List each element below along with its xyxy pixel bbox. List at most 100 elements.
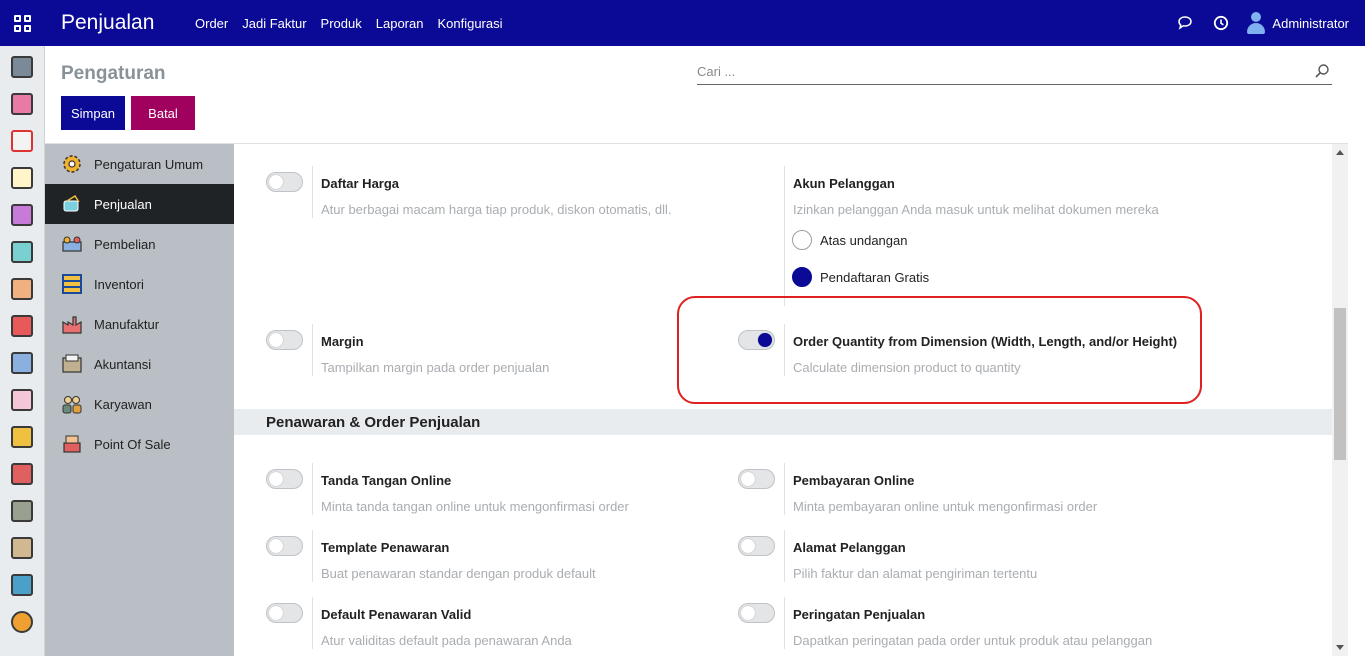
settings-content: Daftar Harga Atur berbagai macam harga t… — [234, 144, 1332, 656]
setting-description: Buat penawaran standar dengan produk def… — [321, 566, 596, 581]
sidebar-item-inventori[interactable]: Inventori — [45, 264, 234, 304]
sidebar-item-karyawan[interactable]: Karyawan — [45, 384, 234, 424]
content-scrollbar[interactable] — [1332, 144, 1348, 656]
setting-title: Tanda Tangan Online — [321, 473, 452, 488]
app-rail — [0, 46, 45, 656]
radio-label: Pendaftaran Gratis — [820, 269, 930, 285]
sidebar-item-label: Point Of Sale — [94, 436, 171, 452]
setting-akun-pelanggan: Akun Pelanggan Izinkan pelanggan Anda ma… — [738, 150, 1208, 306]
radio-button[interactable] — [792, 230, 812, 250]
setting-daftar-harga: Daftar Harga Atur berbagai macam harga t… — [266, 150, 736, 218]
sidebar-item-manufaktur[interactable]: Manufaktur — [45, 304, 234, 344]
toggle-default-penawaran-valid[interactable] — [266, 603, 303, 623]
setting-title: Daftar Harga — [321, 176, 400, 191]
setting-tanda-tangan-online: Tanda Tangan Online Minta tanda tangan o… — [266, 447, 736, 515]
top-navbar: Penjualan Order Jadi Faktur Produk Lapor… — [0, 0, 1365, 46]
setting-title: Pembayaran Online — [793, 473, 915, 488]
inventory-icon — [60, 272, 84, 296]
setting-pembayaran-online: Pembayaran Online Minta pembayaran onlin… — [738, 447, 1208, 515]
app-rail-icon-6[interactable] — [11, 241, 33, 263]
sidebar-item-label: Manufaktur — [94, 316, 160, 332]
setting-description: Izinkan pelanggan Anda masuk untuk melih… — [793, 202, 1159, 217]
sales-icon — [60, 192, 84, 216]
window-edge — [1348, 46, 1365, 656]
menu-item-laporan[interactable]: Laporan — [376, 16, 424, 31]
radio-pendaftaran-gratis[interactable]: Pendaftaran Gratis — [792, 267, 929, 287]
setting-description: Minta pembayaran online untuk mengonfirm… — [793, 499, 1098, 514]
app-rail-icon-9[interactable] — [11, 352, 33, 374]
scroll-thumb[interactable] — [1334, 308, 1346, 460]
setting-title: Margin — [321, 334, 364, 349]
app-rail-icon-16[interactable] — [11, 611, 33, 633]
app-rail-icon-8[interactable] — [11, 315, 33, 337]
app-rail-icon-3[interactable] — [11, 130, 33, 152]
app-rail-icon-15[interactable] — [11, 574, 33, 596]
app-rail-icon-5[interactable] — [11, 204, 33, 226]
app-rail-icon-11[interactable] — [11, 426, 33, 448]
app-rail-icon-2[interactable] — [11, 93, 33, 115]
toggle-peringatan-penjualan[interactable] — [738, 603, 775, 623]
section-title: Penawaran & Order Penjualan — [234, 409, 1332, 435]
search-icon[interactable] — [1314, 63, 1330, 79]
sidebar-item-label: Pengaturan Umum — [94, 156, 204, 172]
chat-icon[interactable] — [1176, 14, 1194, 32]
sidebar-item-pengaturan-umum[interactable]: Pengaturan Umum — [45, 144, 234, 184]
search-box — [697, 59, 1332, 85]
sidebar-item-pembelian[interactable]: Pembelian — [45, 224, 234, 264]
factory-icon — [60, 312, 84, 336]
app-rail-icon-12[interactable] — [11, 463, 33, 485]
apps-menu-icon[interactable] — [0, 0, 45, 46]
app-rail-icon-7[interactable] — [11, 278, 33, 300]
accounting-icon — [60, 352, 84, 376]
sidebar-item-point-of-sale[interactable]: Point Of Sale — [45, 424, 234, 464]
toggle-alamat-pelanggan[interactable] — [738, 536, 775, 556]
pos-icon — [60, 432, 84, 456]
toggle-daftar-harga[interactable] — [266, 172, 303, 192]
user-avatar-icon[interactable] — [1246, 12, 1266, 34]
user-name[interactable]: Administrator — [1272, 16, 1349, 31]
app-rail-icon-10[interactable] — [11, 389, 33, 411]
employees-icon — [60, 392, 84, 416]
save-button[interactable]: Simpan — [61, 96, 125, 130]
setting-description: Tampilkan margin pada order penjualan — [321, 360, 550, 375]
app-rail-icon-13[interactable] — [11, 500, 33, 522]
setting-description: Pilih faktur dan alamat pengiriman terte… — [793, 566, 1038, 581]
app-rail-icon-1[interactable] — [11, 56, 33, 78]
setting-title: Default Penawaran Valid — [321, 607, 472, 622]
sidebar-item-label: Penjualan — [94, 196, 152, 212]
sidebar-item-label: Karyawan — [94, 396, 152, 412]
clock-icon[interactable] — [1212, 14, 1230, 32]
scroll-down-icon[interactable] — [1336, 645, 1344, 650]
menu-item-order[interactable]: Order — [195, 16, 228, 31]
setting-description: Minta tanda tangan online untuk mengonfi… — [321, 499, 629, 514]
setting-margin: Margin Tampilkan margin pada order penju… — [266, 308, 736, 376]
radio-button[interactable] — [792, 267, 812, 287]
menu-item-jadi-faktur[interactable]: Jadi Faktur — [242, 16, 306, 31]
setting-template-penawaran: Template Penawaran Buat penawaran standa… — [266, 514, 736, 582]
setting-description: Atur validitas default pada penawaran An… — [321, 633, 572, 648]
sidebar-item-penjualan[interactable]: Penjualan — [45, 184, 234, 224]
setting-title: Peringatan Penjualan — [793, 607, 926, 622]
setting-description: Dapatkan peringatan pada order untuk pro… — [793, 633, 1153, 648]
app-rail-icon-4[interactable] — [11, 167, 33, 189]
scroll-up-icon[interactable] — [1336, 150, 1344, 155]
toggle-template-penawaran[interactable] — [266, 536, 303, 556]
toggle-tanda-tangan-online[interactable] — [266, 469, 303, 489]
radio-atas-undangan[interactable]: Atas undangan — [792, 230, 907, 250]
toggle-pembayaran-online[interactable] — [738, 469, 775, 489]
menu-item-produk[interactable]: Produk — [321, 16, 362, 31]
sidebar-item-label: Akuntansi — [94, 356, 152, 372]
menu-item-konfigurasi[interactable]: Konfigurasi — [437, 16, 502, 31]
sidebar-item-label: Inventori — [94, 276, 144, 292]
toggle-margin[interactable] — [266, 330, 303, 350]
purchase-icon — [60, 232, 84, 256]
sidebar-item-akuntansi[interactable]: Akuntansi — [45, 344, 234, 384]
setting-alamat-pelanggan: Alamat Pelanggan Pilih faktur dan alamat… — [738, 514, 1208, 582]
cancel-button[interactable]: Batal — [131, 96, 195, 130]
app-title: Penjualan — [61, 11, 155, 34]
gear-icon — [60, 152, 84, 176]
setting-title: Template Penawaran — [321, 540, 450, 555]
search-input[interactable] — [697, 59, 1297, 83]
main-menu: Order Jadi Faktur Produk Laporan Konfigu… — [195, 16, 517, 31]
app-rail-icon-14[interactable] — [11, 537, 33, 559]
